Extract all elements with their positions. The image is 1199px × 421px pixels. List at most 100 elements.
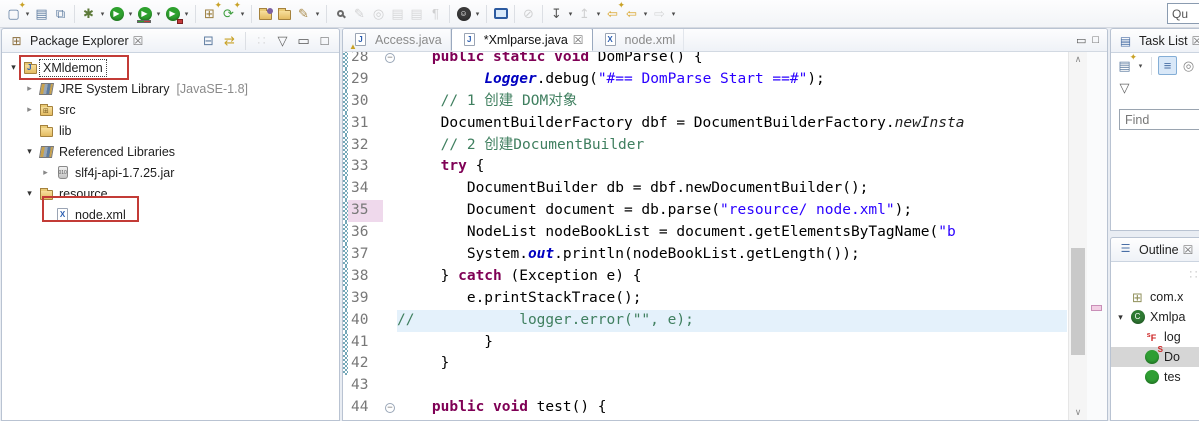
pen-dropdown-icon[interactable]: ▾ (313, 10, 322, 18)
link-editor-icon[interactable]: ⇄ (220, 31, 239, 50)
code-editor[interactable]: 28 − public static void DomParse() {29 Lo… (343, 52, 1067, 420)
task-find-input[interactable]: Find (1119, 109, 1199, 130)
outline-item-tes[interactable]: tes (1111, 367, 1199, 387)
tree-item-lib[interactable]: lib (2, 120, 339, 141)
outline-item-do[interactable]: S Do (1111, 345, 1199, 367)
code-line-35[interactable]: 35 Document document = db.parse("resourc… (343, 200, 1067, 223)
scroll-down-icon[interactable]: ∨ (1069, 407, 1087, 418)
back-icon[interactable]: ⇦ (622, 4, 641, 23)
outline-item-com-x[interactable]: ⊞ com.x (1111, 287, 1199, 307)
code-line-37[interactable]: 37 System.out.println(nodeBookList.getLe… (343, 244, 1067, 266)
next-annotation-icon[interactable]: ▤ (407, 4, 426, 23)
maximize-icon[interactable]: □ (315, 31, 334, 50)
update-project-icon[interactable]: ⟳ ✦ (219, 1, 241, 23)
code-line-30[interactable]: 30 // 1 创建 DOM对象 (343, 90, 1067, 113)
chevron-right-icon[interactable]: ▸ (22, 83, 37, 94)
chevron-down-icon[interactable]: ▾ (6, 62, 21, 73)
tree-item-referenced-libraries[interactable]: ▾ Referenced Libraries (2, 141, 339, 162)
new-java-project-icon[interactable]: ⊞ ✦ (200, 1, 222, 23)
run-external-dropdown-icon[interactable]: ▾ (182, 10, 191, 18)
scroll-up-icon[interactable]: ∧ (1069, 54, 1087, 65)
user-profile-icon[interactable]: ☺ (454, 4, 473, 23)
editor-tab-node-xml[interactable]: Xnode.xml (593, 29, 685, 51)
save-icon[interactable]: ▤ (32, 4, 51, 23)
new-wizard-dropdown-icon[interactable]: ▾ (23, 10, 32, 18)
next-edit-location-icon[interactable]: ↥ (575, 4, 594, 23)
chevron-right-icon[interactable]: ▸ (38, 167, 53, 178)
back-to-icon[interactable]: ⇦ ✦ (603, 1, 625, 23)
run-icon[interactable]: ▶ (107, 4, 126, 23)
close-icon[interactable]: ☒ (133, 34, 144, 48)
code-line-34[interactable]: 34 DocumentBuilder db = dbf.newDocumentB… (343, 178, 1067, 201)
last-edit-location-icon[interactable]: ↧ (547, 4, 566, 23)
code-line-41[interactable]: 41 } (343, 331, 1067, 354)
open-console-icon[interactable] (491, 4, 510, 23)
open-folder-icon[interactable] (275, 4, 294, 23)
fold-marker-icon[interactable]: − (385, 403, 395, 414)
save-all-icon[interactable]: ⧉ (51, 4, 70, 23)
outline-item-log[interactable]: sF log (1111, 327, 1199, 347)
code-line-44[interactable]: 44 − public void test() { (343, 397, 1067, 419)
close-icon[interactable]: ☒ (573, 33, 584, 47)
close-icon[interactable]: ☒ (1192, 34, 1199, 48)
code-line-32[interactable]: 32 // 2 创建DocumentBuilder (343, 134, 1067, 157)
scrollbar-thumb[interactable] (1071, 248, 1085, 355)
overview-marker[interactable] (1091, 305, 1102, 311)
next-edit-location-dropdown-icon[interactable]: ▾ (594, 10, 603, 18)
update-project-dropdown-icon[interactable]: ▾ (238, 10, 247, 18)
outline-item-xmlpa[interactable]: ▾ C Xmlpa (1111, 307, 1199, 327)
view-menu-icon[interactable]: ∷ (1184, 265, 1199, 284)
code-line-33[interactable]: 33 try { (343, 156, 1067, 179)
editor-tab-access-java[interactable]: J ▲ Access.java (343, 29, 451, 51)
pin-editor-icon[interactable]: ⊘ (519, 4, 538, 23)
chevron-down-icon[interactable]: ▾ (1113, 312, 1128, 323)
close-icon[interactable]: ☒ (1183, 243, 1194, 257)
prev-annotation-icon[interactable]: ▤ (388, 4, 407, 23)
new-task-dropdown-icon[interactable]: ▾ (1136, 62, 1145, 70)
run-external-icon[interactable]: ▶ (163, 4, 183, 24)
show-whitespace-icon[interactable]: ¶ (426, 4, 445, 23)
debug-dropdown-icon[interactable]: ▾ (98, 10, 107, 18)
last-edit-location-dropdown-icon[interactable]: ▾ (566, 10, 575, 18)
minimize-icon[interactable]: ▭ (1076, 34, 1086, 47)
code-line-39[interactable]: 39 e.printStackTrace(); (343, 287, 1067, 310)
chevron-down-icon[interactable]: ▾ (22, 146, 37, 157)
chevron-right-icon[interactable]: ▸ (22, 104, 37, 115)
tree-item-resource[interactable]: ▾ resource (2, 183, 339, 204)
quick-access-input[interactable] (1167, 3, 1199, 24)
code-line-36[interactable]: 36 NodeList nodeBookList = document.getE… (343, 222, 1067, 245)
editor-scrollbar[interactable]: ∧ ∨ (1068, 52, 1087, 420)
view-menu-icon[interactable]: ∷ (252, 31, 271, 50)
tree-item-node-xml[interactable]: Xnode.xml (2, 204, 339, 225)
code-line-38[interactable]: 38 } catch (Exception e) { (343, 265, 1067, 288)
annotate-icon[interactable]: ✎ (350, 4, 369, 23)
focus-workweek-icon[interactable]: ◎ (1179, 56, 1198, 75)
code-line-42[interactable]: 42 } (343, 353, 1067, 376)
code-line-31[interactable]: 31 DocumentBuilderFactory dbf = Document… (343, 112, 1067, 135)
tree-item-xmldemon[interactable]: ▾ J XMldemon (2, 57, 339, 78)
code-line-43[interactable]: 43 (343, 375, 1067, 397)
tree-item-slf4j-api-1-7-25-jar[interactable]: ▸ slf4j-api-1.7.25.jar (2, 162, 339, 183)
code-line-28[interactable]: 28 − public static void DomParse() { (343, 52, 1067, 69)
fold-marker-icon[interactable]: − (385, 52, 395, 63)
user-profile-dropdown-icon[interactable]: ▾ (473, 10, 482, 18)
forward-icon[interactable]: ⇨ (650, 4, 669, 23)
back-dropdown-icon[interactable]: ▾ (641, 10, 650, 18)
coverage-dropdown-icon[interactable]: ▾ (154, 10, 163, 18)
search-torch-icon[interactable] (331, 4, 350, 23)
editor-tab--xmlparse-java[interactable]: J *Xmlparse.java ☒ (450, 29, 593, 51)
code-line-40[interactable]: 40 // logger.error("", e); (343, 309, 1067, 332)
maximize-icon[interactable]: □ (1092, 34, 1099, 47)
coverage-icon[interactable]: ▶ (135, 4, 154, 23)
tree-item-src[interactable]: ▸ ⊞ src (2, 99, 339, 120)
collapse-all-icon[interactable]: ⊟ (199, 31, 218, 50)
pen-icon[interactable]: ✎ (294, 4, 313, 23)
chevron-down-icon[interactable]: ▾ (22, 188, 37, 199)
forward-dropdown-icon[interactable]: ▾ (669, 10, 678, 18)
new-wizard-icon[interactable]: ▢ ✦ (4, 1, 26, 23)
categorized-icon[interactable]: ≡ (1158, 56, 1177, 75)
tree-item-jre-system-library[interactable]: ▸ JRE System Library [JavaSE-1.8] (2, 78, 339, 99)
code-line-29[interactable]: 29 Logger.debug("#== DomParse Start ==#"… (343, 68, 1067, 91)
dropdown-icon[interactable]: ▽ (273, 31, 292, 50)
run-dropdown-icon[interactable]: ▾ (126, 10, 135, 18)
